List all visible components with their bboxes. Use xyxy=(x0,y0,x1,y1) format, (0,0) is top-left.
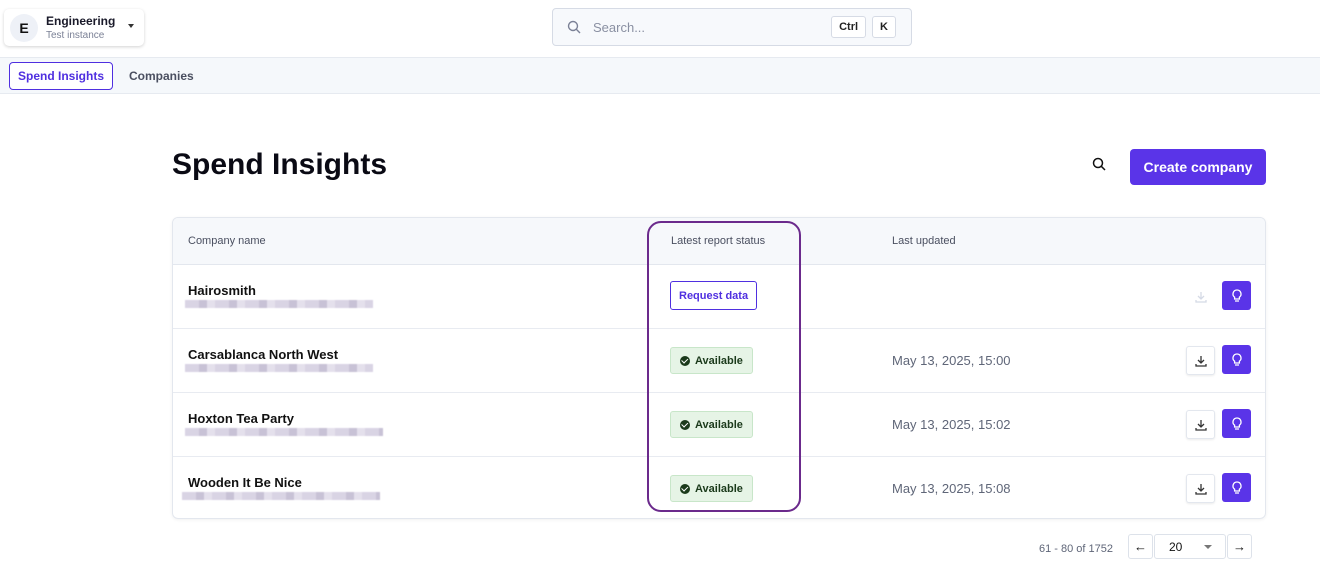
redacted-text xyxy=(185,428,383,436)
request-data-button[interactable]: Request data xyxy=(670,281,758,310)
org-subtitle: Test instance xyxy=(46,30,105,41)
status-text: Available xyxy=(695,418,743,431)
page-title: Spend Insights xyxy=(172,148,388,181)
header-company-name: Company name xyxy=(188,235,266,247)
last-updated: May 13, 2025, 15:02 xyxy=(892,417,1011,432)
table-row[interactable]: Carsablanca North West Available May 13,… xyxy=(173,329,1265,393)
org-switcher[interactable]: E Engineering Test instance xyxy=(4,9,144,46)
company-name[interactable]: Wooden It Be Nice xyxy=(188,475,302,490)
table-header: Company name Latest report status Last u… xyxy=(173,218,1265,265)
tab-spend-insights[interactable]: Spend Insights xyxy=(9,62,114,90)
status-text: Available xyxy=(695,482,743,495)
download-icon xyxy=(1194,483,1207,495)
shortcut-key-ctrl: Ctrl xyxy=(831,16,867,38)
lightbulb-icon xyxy=(1231,480,1242,494)
insights-button[interactable] xyxy=(1222,473,1251,502)
redacted-text xyxy=(185,300,373,308)
search-icon xyxy=(567,20,581,34)
shortcut-key-k: K xyxy=(872,16,896,38)
pagination-range: 61 - 80 of 1752 xyxy=(1039,543,1114,555)
arrow-left-icon: ← xyxy=(1134,539,1147,554)
org-name: Engineering xyxy=(46,14,116,28)
download-button xyxy=(1186,282,1215,311)
table-row[interactable]: Hoxton Tea Party Available May 13, 2025,… xyxy=(173,393,1265,457)
prev-page-button[interactable]: ← xyxy=(1128,534,1153,559)
redacted-text xyxy=(185,364,373,372)
download-button[interactable] xyxy=(1186,474,1215,503)
search-input[interactable]: Search... Ctrl K xyxy=(552,8,912,46)
table-row[interactable]: Hairosmith Request data xyxy=(173,265,1265,329)
company-name[interactable]: Carsablanca North West xyxy=(188,347,338,362)
company-name[interactable]: Hoxton Tea Party xyxy=(188,411,294,426)
lightbulb-icon xyxy=(1231,416,1242,430)
lightbulb-icon xyxy=(1231,352,1242,366)
last-updated: May 13, 2025, 15:00 xyxy=(892,353,1011,368)
status-badge: Available xyxy=(670,347,753,374)
insights-button[interactable] xyxy=(1222,345,1251,374)
check-circle-icon xyxy=(680,419,690,430)
search-placeholder: Search... xyxy=(593,19,646,35)
arrow-right-icon: → xyxy=(1233,539,1246,554)
nav-tabs: Spend Insights Companies xyxy=(0,57,1320,94)
download-button[interactable] xyxy=(1186,346,1215,375)
search-button[interactable] xyxy=(1092,157,1106,176)
next-page-button[interactable]: → xyxy=(1227,534,1252,559)
create-company-button[interactable]: Create company xyxy=(1130,149,1266,185)
header-last-updated: Last updated xyxy=(892,235,956,247)
table-row[interactable]: Wooden It Be Nice Available May 13, 2025… xyxy=(173,457,1265,518)
header-status: Latest report status xyxy=(671,235,766,247)
check-circle-icon xyxy=(680,355,690,366)
last-updated: May 13, 2025, 15:08 xyxy=(892,481,1011,496)
status-badge: Available xyxy=(670,411,753,438)
status-text: Available xyxy=(695,354,743,367)
download-icon xyxy=(1194,291,1207,303)
insights-button[interactable] xyxy=(1222,409,1251,438)
download-icon xyxy=(1194,419,1207,431)
status-badge: Available xyxy=(670,475,753,502)
check-circle-icon xyxy=(680,483,690,494)
company-name[interactable]: Hairosmith xyxy=(188,283,256,298)
page-size-select[interactable]: 20 xyxy=(1154,534,1226,559)
caret-down-icon xyxy=(128,24,134,28)
insights-button[interactable] xyxy=(1222,281,1251,310)
lightbulb-icon xyxy=(1231,288,1242,302)
companies-table: Company name Latest report status Last u… xyxy=(172,217,1266,519)
download-button[interactable] xyxy=(1186,410,1215,439)
search-icon xyxy=(1092,157,1106,171)
tab-companies[interactable]: Companies xyxy=(121,62,202,90)
download-icon xyxy=(1194,355,1207,367)
top-bar: E Engineering Test instance Search... Ct… xyxy=(0,0,1320,57)
redacted-text xyxy=(182,492,380,500)
avatar: E xyxy=(10,13,38,42)
